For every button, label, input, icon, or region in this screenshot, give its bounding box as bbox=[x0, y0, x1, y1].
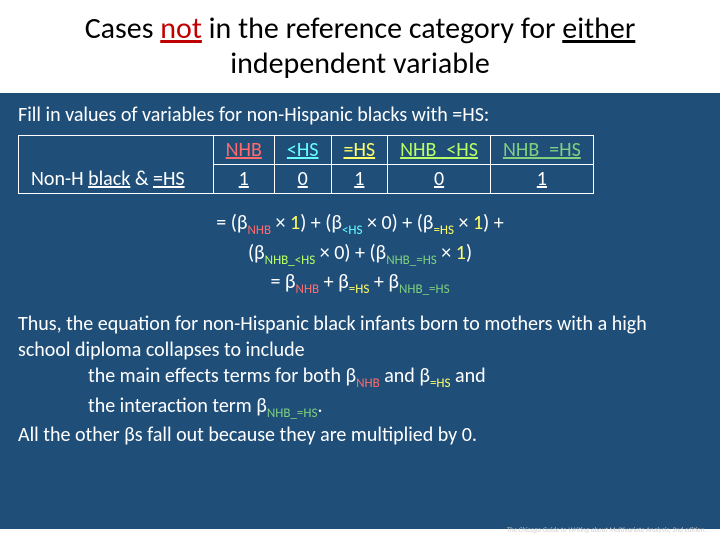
slide: Cases not in the reference category for … bbox=[0, 0, 720, 540]
col-header: NHB_<HS bbox=[388, 136, 491, 165]
rowlabel-text: & bbox=[130, 167, 153, 191]
title-not: not bbox=[160, 10, 202, 47]
col-header: NHB bbox=[213, 136, 274, 165]
eq-sub: <HS bbox=[342, 223, 363, 238]
eq-text: × bbox=[454, 211, 473, 235]
eq-sub: NHB bbox=[247, 223, 271, 238]
thus-line: All the other βs fall out because they a… bbox=[18, 422, 702, 448]
rowlabel-black: black bbox=[88, 167, 130, 191]
eq-sub: NHB_=HS bbox=[399, 282, 450, 297]
thus-sub: NHB bbox=[356, 376, 380, 391]
eq-text: × bbox=[271, 211, 290, 235]
val: 0 bbox=[298, 167, 308, 191]
thus-bullet: the main effects terms for both βNHB and… bbox=[88, 363, 702, 393]
eq-sub: NHB_=HS bbox=[386, 253, 437, 268]
eq-text: ) + (β bbox=[300, 211, 342, 235]
col-nhb: NHB bbox=[226, 138, 262, 162]
explanation-block: Thus, the equation for non-Hispanic blac… bbox=[18, 311, 702, 449]
eq-sub: NHB bbox=[296, 282, 320, 297]
equation-line-2: (βNHB_<HS × 0) + (βNHB_=HS × 1) bbox=[18, 240, 702, 270]
col-nhb-lths: NHB_<HS bbox=[400, 138, 478, 162]
col-header: <HS bbox=[274, 136, 331, 165]
eq-text: (β bbox=[248, 241, 265, 265]
eq-text: + β bbox=[319, 270, 349, 294]
equation-block: = (βNHB × 1) + (β<HS × 0) + (β=HS × 1) +… bbox=[18, 210, 702, 299]
val: 1 bbox=[537, 167, 547, 191]
title-either: either bbox=[562, 10, 635, 47]
val-cell: 1 bbox=[331, 165, 388, 194]
eq-sub: =HS bbox=[433, 223, 454, 238]
col-lths: <HS bbox=[287, 138, 319, 162]
eq-text: + β bbox=[369, 270, 399, 294]
eq-sub: =HS bbox=[349, 282, 370, 297]
thus-bullet: the interaction term βNHB_=HS. bbox=[88, 393, 702, 423]
thus-text: the main effects terms for both β bbox=[88, 364, 356, 388]
col-nhb-eqhs: NHB_=HS bbox=[503, 138, 581, 162]
title-text: independent variable bbox=[230, 45, 490, 82]
eq-text: ) bbox=[466, 241, 472, 265]
eq-text: ) + bbox=[483, 211, 504, 235]
thus-text: the interaction term β bbox=[88, 394, 267, 418]
col-header: NHB_=HS bbox=[490, 136, 593, 165]
footnote: The Chicago Guide to Writing about Multi… bbox=[507, 525, 706, 534]
eq-val: 1 bbox=[456, 241, 466, 265]
eq-val: 1 bbox=[290, 211, 300, 235]
slide-body: Fill in values of variables for non-Hisp… bbox=[0, 93, 720, 529]
val-cell: 1 bbox=[490, 165, 593, 194]
eq-val: 0 bbox=[382, 211, 392, 235]
thus-text: and bbox=[451, 364, 486, 388]
val: 1 bbox=[239, 167, 249, 191]
thus-line: Thus, the equation for non-Hispanic blac… bbox=[18, 311, 702, 363]
eq-text: × bbox=[315, 241, 334, 265]
eq-sub: NHB_<HS bbox=[265, 253, 316, 268]
thus-sub: NHB_=HS bbox=[267, 406, 318, 421]
val-cell: 0 bbox=[274, 165, 331, 194]
val: 0 bbox=[434, 167, 444, 191]
val: 1 bbox=[354, 167, 364, 191]
eq-text: = β bbox=[270, 270, 295, 294]
title-area: Cases not in the reference category for … bbox=[0, 0, 720, 93]
equation-line-1: = (βNHB × 1) + (β<HS × 0) + (β=HS × 1) + bbox=[18, 210, 702, 240]
rowlabel-eqhs: =HS bbox=[153, 167, 185, 191]
eq-text: ) + (β bbox=[392, 211, 434, 235]
page-title: Cases not in the reference category for … bbox=[40, 12, 680, 81]
thus-text: . bbox=[317, 394, 322, 418]
val-cell: 1 bbox=[213, 165, 274, 194]
rowlabel-text: Non-H bbox=[31, 167, 88, 191]
thus-text: and β bbox=[380, 364, 430, 388]
val-cell: 0 bbox=[388, 165, 491, 194]
eq-text: × bbox=[363, 211, 382, 235]
eq-val: 1 bbox=[473, 211, 483, 235]
eq-text: = (β bbox=[216, 211, 247, 235]
eq-text: ) + (β bbox=[344, 241, 386, 265]
eq-val: 0 bbox=[334, 241, 344, 265]
title-text: in the reference category for bbox=[202, 10, 562, 47]
variable-table: Non-H black & =HS NHB <HS =HS NHB_<HS NH… bbox=[18, 135, 594, 194]
thus-sub: =HS bbox=[430, 376, 451, 391]
table-row: Non-H black & =HS NHB <HS =HS NHB_<HS NH… bbox=[19, 136, 594, 165]
col-eqhs: =HS bbox=[344, 138, 376, 162]
title-text: Cases bbox=[85, 10, 161, 47]
row-label-cell: Non-H black & =HS bbox=[19, 136, 214, 194]
eq-text: × bbox=[437, 241, 456, 265]
col-header: =HS bbox=[331, 136, 388, 165]
fill-instruction: Fill in values of variables for non-Hisp… bbox=[18, 103, 702, 127]
equation-line-3: = βNHB + β=HS + βNHB_=HS bbox=[18, 269, 702, 299]
